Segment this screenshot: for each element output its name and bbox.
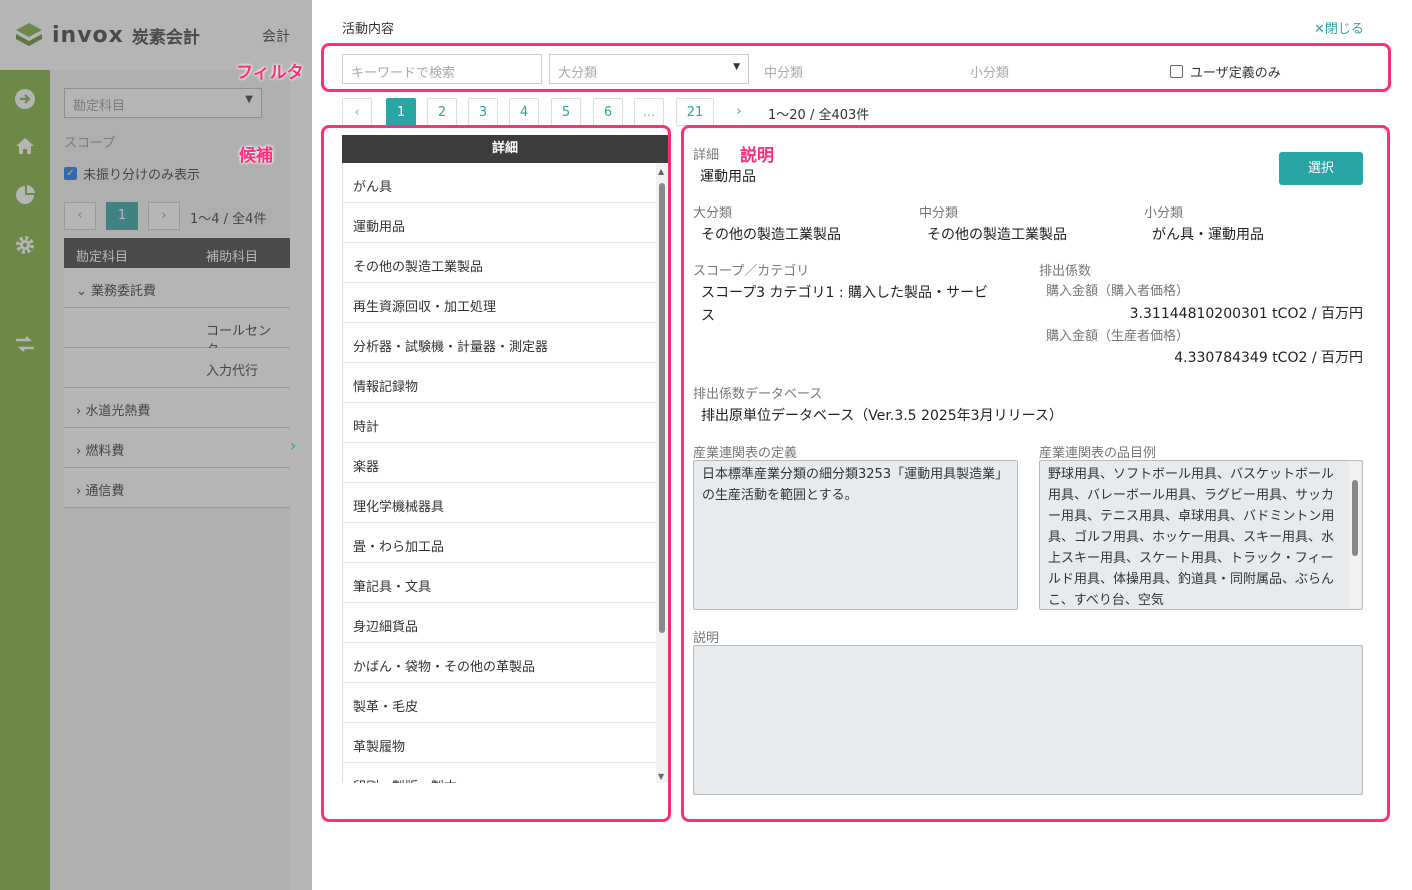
activity-modal: 活動内容 ✕閉じる キーワードで検索 大分類 ▼ 中分類 小分類 ユーザ定義のみ… [312,0,1412,890]
expand-chevron-icon[interactable]: › [290,436,296,455]
modal-title: 活動内容 [342,22,395,37]
close-icon: ✕ [1314,22,1325,37]
candidates-highlight-box [321,125,671,822]
page-button-6[interactable]: 6 [593,98,623,126]
description-annotation: 説明 [740,146,774,166]
page-button-21[interactable]: 21 [676,98,714,126]
page-button-1[interactable]: 1 [386,98,416,126]
description-highlight-box [681,125,1390,822]
next-page-button[interactable]: › [724,98,754,126]
filter-annotation: フィルタ [236,63,304,83]
modal-backdrop[interactable] [0,0,312,890]
close-button[interactable]: ✕閉じる [1314,18,1364,37]
prev-page-button[interactable]: ‹ [342,98,372,126]
filter-highlight-box [321,43,1391,92]
page-button-3[interactable]: 3 [468,98,498,126]
candidates-annotation: 候補 [239,146,273,166]
page-button-2[interactable]: 2 [427,98,457,126]
page-button-4[interactable]: 4 [509,98,539,126]
page-button-5[interactable]: 5 [551,98,581,126]
pagination-info: 1〜20 / 全403件 [768,108,870,123]
page-ellipsis: ... [634,98,664,126]
